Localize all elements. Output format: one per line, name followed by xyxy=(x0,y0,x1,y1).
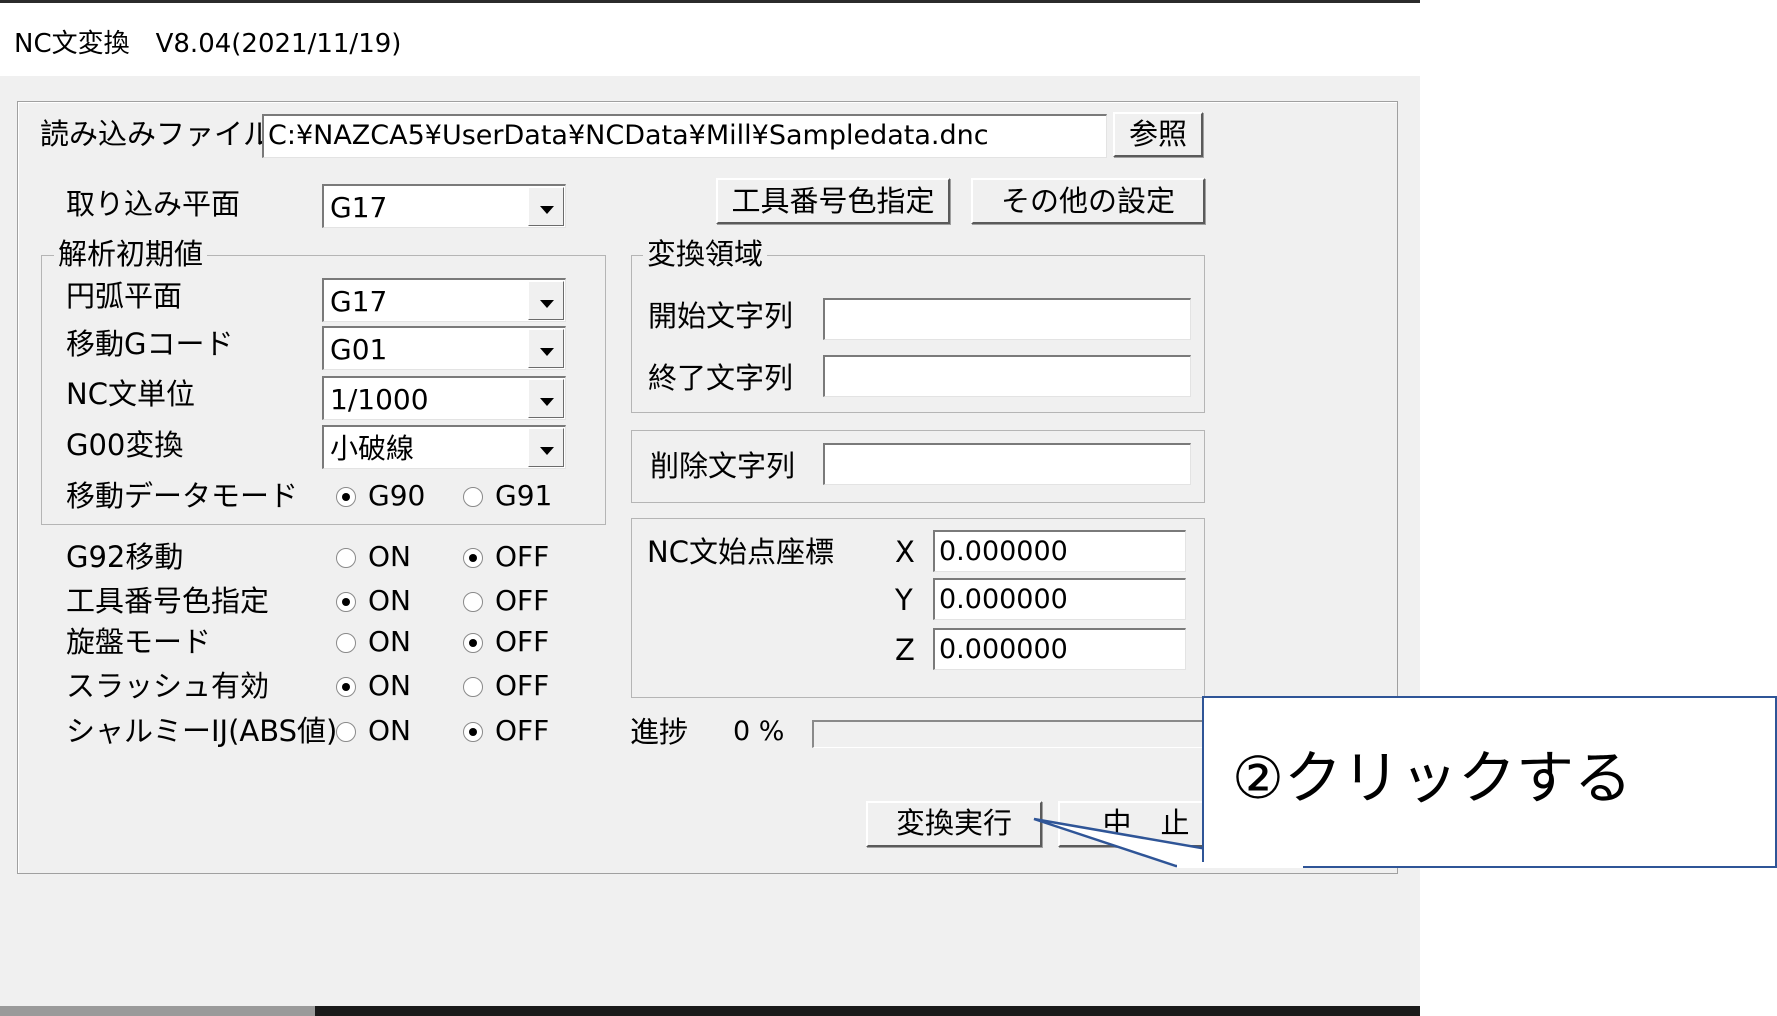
callout-tail-cover-rect xyxy=(1177,862,1303,868)
callout-text: ②クリックする xyxy=(1232,744,1632,812)
callout-tail-cover xyxy=(1177,862,1303,868)
